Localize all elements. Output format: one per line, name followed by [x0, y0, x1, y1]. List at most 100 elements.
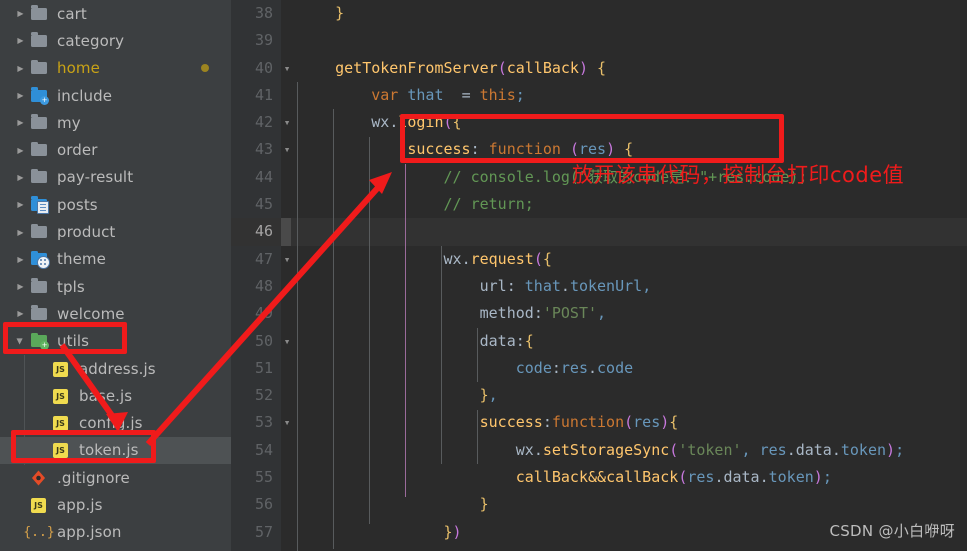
line-number: 42: [254, 113, 273, 132]
code-line[interactable]: 38 }: [231, 0, 967, 27]
line-number: 44: [254, 167, 273, 186]
ide-window: ▶ cart ▶ category ▶ home ▶ + include ▶ my ▶ order ▶ pa…: [0, 0, 967, 551]
tree-item-posts[interactable]: ▶ posts: [0, 191, 231, 218]
modified-indicator-dot: [201, 64, 209, 73]
code-line[interactable]: 47 ▾ wx.request({: [231, 246, 967, 273]
tree-item-theme[interactable]: ▶ theme: [0, 246, 231, 273]
code-line[interactable]: 51 code:res.code: [231, 355, 967, 382]
chevron-right-icon[interactable]: ▶: [14, 64, 27, 73]
code-line[interactable]: 52 },: [231, 382, 967, 409]
tree-item-label: order: [57, 141, 98, 160]
folder-icon: [30, 59, 48, 76]
code-line[interactable]: 49 method:'POST',: [231, 300, 967, 327]
code-line[interactable]: 56 }: [231, 491, 967, 518]
tree-item-label: .gitignore: [57, 468, 130, 487]
code-text: }: [299, 546, 416, 551]
folder-page-icon: [30, 196, 49, 214]
folder-icon: [30, 168, 48, 185]
chevron-down-icon[interactable]: ▾: [279, 409, 295, 436]
line-number: 38: [254, 4, 273, 22]
code-line[interactable]: 40 ▾ getTokenFromServer(callBack) {: [231, 55, 967, 82]
code-text: var that = this;: [371, 85, 525, 104]
chevron-right-icon[interactable]: ▶: [14, 255, 27, 264]
tree-item-label: address.js: [79, 359, 156, 378]
code-editor[interactable]: 38 } 39 40 ▾ getTokenFromServer(callBack) {…: [231, 0, 967, 551]
folder-icon: [30, 5, 48, 22]
tree-item-base-js[interactable]: ▶JSbase.js: [0, 382, 231, 409]
chevron-right-icon[interactable]: ▶: [14, 200, 27, 209]
tree-item-product[interactable]: ▶ product: [0, 218, 231, 245]
code-line[interactable]: 58 }: [231, 546, 967, 551]
indent-guide: [441, 245, 442, 465]
chevron-down-icon[interactable]: ▾: [279, 246, 295, 273]
file-tree-list[interactable]: ▶ cart ▶ category ▶ home ▶ + include ▶ my ▶ order ▶ pa…: [0, 0, 231, 546]
tree-item--gitignore[interactable]: ▶.gitignore: [0, 464, 231, 491]
tree-item-tpls[interactable]: ▶ tpls: [0, 273, 231, 300]
tree-item-order[interactable]: ▶ order: [0, 136, 231, 163]
tree-item-address-js[interactable]: ▶JSaddress.js: [0, 355, 231, 382]
js-file-icon: JS: [30, 497, 48, 513]
chevron-right-icon[interactable]: ▶: [14, 282, 27, 291]
current-line-highlight: [281, 218, 967, 246]
folder-icon: [30, 305, 48, 322]
chevron-right-icon[interactable]: ▶: [14, 36, 27, 45]
code-line[interactable]: 50 ▾ data:{: [231, 328, 967, 355]
chevron-right-icon[interactable]: ▶: [14, 173, 27, 182]
code-line[interactable]: 53 ▾ success:function(res){: [231, 409, 967, 436]
folder-icon: [30, 223, 48, 240]
chevron-right-icon[interactable]: ▶: [14, 118, 27, 127]
chevron-right-icon[interactable]: ▶: [14, 9, 27, 18]
chevron-right-icon[interactable]: ▶: [14, 91, 27, 100]
chevron-right-icon[interactable]: ▶: [14, 228, 27, 237]
code-line[interactable]: 46: [231, 218, 967, 246]
tree-item-app-json[interactable]: ▶{..}app.json: [0, 519, 231, 546]
indent-guide: [477, 327, 478, 383]
csdn-watermark: CSDN @小白咿呀: [829, 522, 955, 540]
token-file-highlight-box: [11, 430, 156, 463]
tree-item-category[interactable]: ▶ category: [0, 27, 231, 54]
chevron-right-icon[interactable]: ▶: [14, 309, 27, 318]
code-line[interactable]: 55 callBack&&callBack(res.data.token);: [231, 464, 967, 491]
line-number: 51: [254, 358, 273, 377]
tree-item-pay-result[interactable]: ▶ pay-result: [0, 164, 231, 191]
indent-guide: [477, 409, 478, 465]
code-content[interactable]: 38 } 39 40 ▾ getTokenFromServer(callBack) {…: [231, 0, 967, 551]
tree-item-label: include: [57, 86, 113, 105]
code-text: data:{: [479, 331, 534, 350]
code-line[interactable]: 48 url: that.tokenUrl,: [231, 273, 967, 300]
current-line-marker: [281, 218, 291, 246]
tree-item-label: category: [57, 31, 125, 50]
line-number: 39: [254, 31, 273, 50]
folder-icon: [30, 278, 48, 295]
git-file-icon: [30, 470, 48, 486]
chevron-down-icon[interactable]: ▾: [279, 109, 295, 136]
chevron-right-icon[interactable]: ▶: [14, 146, 27, 155]
line-number: 45: [254, 195, 273, 214]
line-number: 55: [254, 468, 273, 487]
tree-item-label: pay-result: [57, 168, 134, 187]
tree-item-cart[interactable]: ▶ cart: [0, 0, 231, 27]
folder-theme-icon: [30, 250, 50, 270]
js-file-icon: JS: [52, 415, 70, 432]
code-line[interactable]: 45 // return;: [231, 191, 967, 218]
indent-guide: [333, 109, 334, 549]
tree-item-home[interactable]: ▶ home: [0, 55, 231, 82]
tree-item-my[interactable]: ▶ my: [0, 109, 231, 136]
line-number: 43: [254, 140, 273, 159]
line-number: 47: [254, 249, 273, 268]
project-file-tree[interactable]: ▶ cart ▶ category ▶ home ▶ + include ▶ my ▶ order ▶ pa…: [0, 0, 231, 551]
line-number: 56: [254, 495, 273, 514]
tree-item-include[interactable]: ▶ + include: [0, 82, 231, 109]
code-text: // return;: [299, 195, 534, 214]
chevron-down-icon[interactable]: ▾: [279, 55, 295, 82]
line-number: 50: [254, 331, 273, 350]
line-number: 49: [254, 304, 273, 323]
tree-item-label: my: [57, 113, 81, 132]
code-line[interactable]: 41 var that = this;: [231, 82, 967, 109]
tree-item-app-js[interactable]: ▶JSapp.js: [0, 491, 231, 518]
code-line[interactable]: 54 wx.setStorageSync('token', res.data.t…: [231, 437, 967, 464]
annotation-note: 放开该串代码，控制台打印code值: [572, 163, 905, 187]
chevron-down-icon[interactable]: ▾: [279, 328, 295, 355]
code-line[interactable]: 39: [231, 27, 967, 54]
chevron-down-icon[interactable]: ▾: [279, 136, 295, 163]
